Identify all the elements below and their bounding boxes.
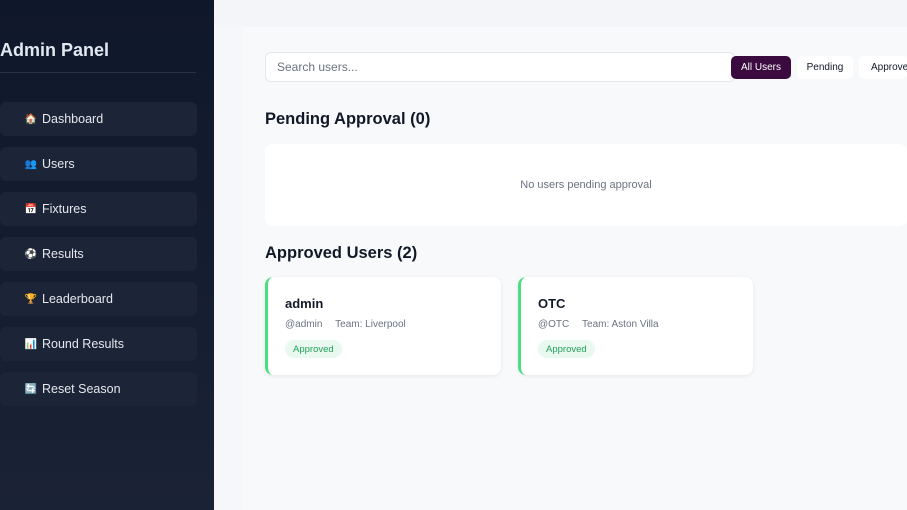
user-card[interactable]: OTC @OTC Team: Aston Villa Approved <box>518 277 753 375</box>
user-name: admin <box>285 296 324 311</box>
approved-section-title: Approved Users (2) <box>265 244 418 262</box>
user-team: Team: Aston Villa <box>582 319 659 330</box>
top-strip <box>214 0 907 27</box>
sidebar-item-label: Reset Season <box>42 382 121 396</box>
pending-empty-state: No users pending approval <box>265 144 907 226</box>
sidebar-item-label: Dashboard <box>42 112 104 126</box>
sidebar-item-dashboard[interactable]: 🏠 Dashboard <box>0 102 197 136</box>
refresh-icon: 🔄 <box>24 383 38 395</box>
pending-section-title: Pending Approval (0) <box>265 110 431 128</box>
sidebar-item-label: Results <box>42 247 84 261</box>
user-card[interactable]: admin @admin Team: Liverpool Approved <box>265 277 501 375</box>
filter-approved-button[interactable]: Approved <box>859 56 907 79</box>
users-icon: 👥 <box>24 158 38 170</box>
user-meta: @OTC Team: Aston Villa <box>538 319 659 330</box>
trophy-icon: 🏆 <box>24 293 38 305</box>
sidebar-item-label: Fixtures <box>42 202 87 216</box>
home-icon: 🏠 <box>24 113 38 125</box>
sidebar-item-label: Round Results <box>42 337 124 351</box>
empty-state-text: No users pending approval <box>520 179 652 191</box>
user-handle: @admin <box>285 319 323 330</box>
sidebar-item-reset-season[interactable]: 🔄 Reset Season <box>0 372 197 406</box>
sidebar-title: Admin Panel <box>0 40 110 60</box>
main-content <box>243 27 907 510</box>
user-team: Team: Liverpool <box>335 319 406 330</box>
sidebar-item-users[interactable]: 👥 Users <box>0 147 197 181</box>
sidebar-divider <box>0 72 196 73</box>
sidebar-item-label: Users <box>42 157 75 171</box>
status-badge: Approved <box>285 340 342 358</box>
sidebar-item-results[interactable]: ⚽ Results <box>0 237 197 271</box>
sidebar-item-round-results[interactable]: 📊 Round Results <box>0 327 197 361</box>
soccer-ball-icon: ⚽ <box>24 248 38 260</box>
status-badge: Approved <box>538 340 595 358</box>
user-handle: @OTC <box>538 319 570 330</box>
calendar-icon: 📅 <box>24 203 38 215</box>
filter-all-users-button[interactable]: All Users <box>731 56 791 79</box>
user-meta: @admin Team: Liverpool <box>285 319 406 330</box>
bar-chart-icon: 📊 <box>24 338 38 350</box>
user-name: OTC <box>538 296 566 311</box>
sidebar-item-label: Leaderboard <box>42 292 113 306</box>
filter-pending-button[interactable]: Pending <box>797 56 853 79</box>
sidebar: Admin Panel 🏠 Dashboard 👥 Users 📅 Fixtur… <box>0 0 214 510</box>
search-input[interactable] <box>265 52 735 82</box>
sidebar-item-fixtures[interactable]: 📅 Fixtures <box>0 192 197 226</box>
sidebar-item-leaderboard[interactable]: 🏆 Leaderboard <box>0 282 197 316</box>
